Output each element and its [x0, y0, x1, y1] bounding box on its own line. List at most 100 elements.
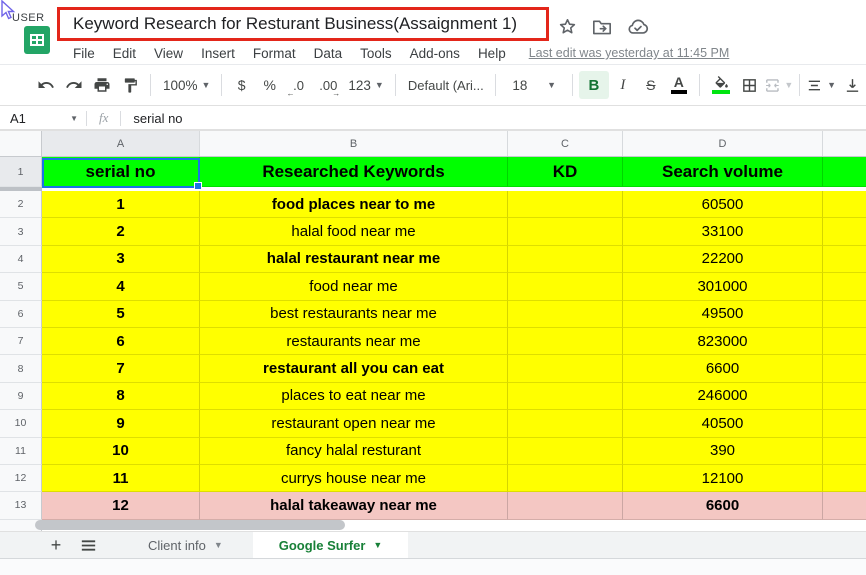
- cell-kd[interactable]: [508, 492, 623, 520]
- cell-kd[interactable]: [508, 191, 623, 219]
- merge-cells-button[interactable]: ▼: [764, 71, 793, 99]
- header-cell-e[interactable]: [823, 157, 866, 187]
- cell-serial[interactable]: 9: [42, 410, 200, 438]
- cell-keyword[interactable]: halal food near me: [200, 218, 508, 246]
- cell-kd[interactable]: [508, 218, 623, 246]
- all-sheets-menu-button[interactable]: [72, 532, 104, 558]
- cell-kd[interactable]: [508, 437, 623, 465]
- cell-keyword[interactable]: food places near to me: [200, 191, 508, 219]
- horizontal-align-button[interactable]: ▼: [806, 71, 836, 99]
- cell-keyword[interactable]: halal restaurant near me: [200, 245, 508, 274]
- decrease-decimal-button[interactable]: .0 ←: [284, 71, 314, 99]
- header-cell-kd[interactable]: KD: [508, 157, 623, 187]
- cell-e[interactable]: [823, 300, 866, 328]
- formula-input[interactable]: serial no: [121, 111, 182, 126]
- cell-keyword[interactable]: restaurant open near me: [200, 410, 508, 438]
- cell-volume[interactable]: 301000: [623, 273, 823, 301]
- number-format-menu[interactable]: 123 ▼: [343, 71, 389, 99]
- tab-google-surfer[interactable]: Google Surfer ▼: [252, 532, 409, 558]
- menu-data[interactable]: Data: [305, 44, 352, 63]
- menu-tools[interactable]: Tools: [351, 44, 401, 63]
- cell-serial[interactable]: 4: [42, 273, 200, 301]
- cell-volume[interactable]: 12100: [623, 464, 823, 493]
- add-sheet-button[interactable]: +: [40, 532, 72, 558]
- row-number[interactable]: 7: [0, 327, 42, 356]
- menu-file[interactable]: File: [64, 44, 104, 63]
- cell-serial[interactable]: 1: [42, 191, 200, 219]
- cell-e[interactable]: [823, 437, 866, 465]
- row-number[interactable]: 1: [0, 157, 42, 187]
- cell-volume[interactable]: 246000: [623, 382, 823, 411]
- cell-kd[interactable]: [508, 327, 623, 356]
- cell-e[interactable]: [823, 492, 866, 520]
- row-number[interactable]: 5: [0, 273, 42, 301]
- column-header-b[interactable]: B: [200, 131, 508, 156]
- vertical-align-button[interactable]: [838, 71, 866, 99]
- bold-button[interactable]: B: [579, 71, 609, 99]
- borders-button[interactable]: [736, 71, 764, 99]
- name-box[interactable]: A1 ▼: [0, 111, 86, 126]
- select-all-corner[interactable]: [0, 131, 42, 156]
- cell-e[interactable]: [823, 245, 866, 274]
- cell-serial[interactable]: 12: [42, 492, 200, 520]
- cell-serial[interactable]: 11: [42, 464, 200, 493]
- print-button[interactable]: [88, 71, 116, 99]
- cell-keyword[interactable]: halal takeaway near me: [200, 492, 508, 520]
- cell-serial[interactable]: 2: [42, 218, 200, 246]
- zoom-select[interactable]: 100% ▼: [157, 71, 215, 99]
- cell-e[interactable]: [823, 410, 866, 438]
- cell-serial[interactable]: 3: [42, 245, 200, 274]
- format-percent-button[interactable]: %: [256, 71, 284, 99]
- cell-kd[interactable]: [508, 355, 623, 383]
- increase-decimal-button[interactable]: .00 →: [313, 71, 343, 99]
- cell-e[interactable]: [823, 382, 866, 411]
- cell-volume[interactable]: 390: [623, 437, 823, 465]
- cell-keyword[interactable]: currys house near me: [200, 464, 508, 493]
- row-number[interactable]: 9: [0, 382, 42, 411]
- horizontal-scrollbar-thumb[interactable]: [35, 520, 345, 530]
- font-size-select[interactable]: 18 ▼: [502, 71, 566, 99]
- move-to-folder-icon[interactable]: [592, 18, 612, 36]
- cell-keyword[interactable]: best restaurants near me: [200, 300, 508, 328]
- row-number[interactable]: 6: [0, 300, 42, 328]
- row-number[interactable]: 10: [0, 410, 42, 438]
- cell-volume[interactable]: 49500: [623, 300, 823, 328]
- italic-button[interactable]: I: [609, 71, 637, 99]
- cell-keyword[interactable]: food near me: [200, 273, 508, 301]
- last-edit-link[interactable]: Last edit was yesterday at 11:45 PM: [529, 46, 730, 60]
- row-number[interactable]: 12: [0, 464, 42, 493]
- cell-keyword[interactable]: restaurant all you can eat: [200, 355, 508, 383]
- cell-volume[interactable]: 60500: [623, 191, 823, 219]
- undo-button[interactable]: [32, 71, 60, 99]
- format-currency-button[interactable]: $: [228, 71, 256, 99]
- cell-e[interactable]: [823, 273, 866, 301]
- menu-view[interactable]: View: [145, 44, 192, 63]
- cell-serial[interactable]: 8: [42, 382, 200, 411]
- cell-volume[interactable]: 6600: [623, 355, 823, 383]
- cell-kd[interactable]: [508, 410, 623, 438]
- column-header-c[interactable]: C: [508, 131, 623, 156]
- menu-help[interactable]: Help: [469, 44, 515, 63]
- column-header-e[interactable]: [823, 131, 866, 156]
- cell-serial[interactable]: 7: [42, 355, 200, 383]
- cell-e[interactable]: [823, 464, 866, 493]
- cell-kd[interactable]: [508, 300, 623, 328]
- cell-serial[interactable]: 5: [42, 300, 200, 328]
- cell-kd[interactable]: [508, 245, 623, 274]
- text-color-button[interactable]: A: [665, 71, 693, 99]
- star-icon[interactable]: [558, 17, 577, 36]
- active-cell-selection[interactable]: [42, 158, 202, 190]
- row-number[interactable]: 4: [0, 245, 42, 274]
- menu-addons[interactable]: Add-ons: [401, 44, 469, 63]
- strikethrough-button[interactable]: S: [637, 71, 665, 99]
- cell-e[interactable]: [823, 355, 866, 383]
- tab-client-info[interactable]: Client info ▼: [126, 532, 245, 558]
- cell-kd[interactable]: [508, 382, 623, 411]
- cell-e[interactable]: [823, 218, 866, 246]
- row-number[interactable]: 2: [0, 191, 42, 219]
- fill-color-button[interactable]: [706, 71, 736, 99]
- menu-format[interactable]: Format: [244, 44, 305, 63]
- cell-volume[interactable]: 40500: [623, 410, 823, 438]
- document-title-box[interactable]: Keyword Research for Resturant Business(…: [57, 7, 549, 41]
- font-select[interactable]: Default (Ari...▼: [402, 71, 489, 99]
